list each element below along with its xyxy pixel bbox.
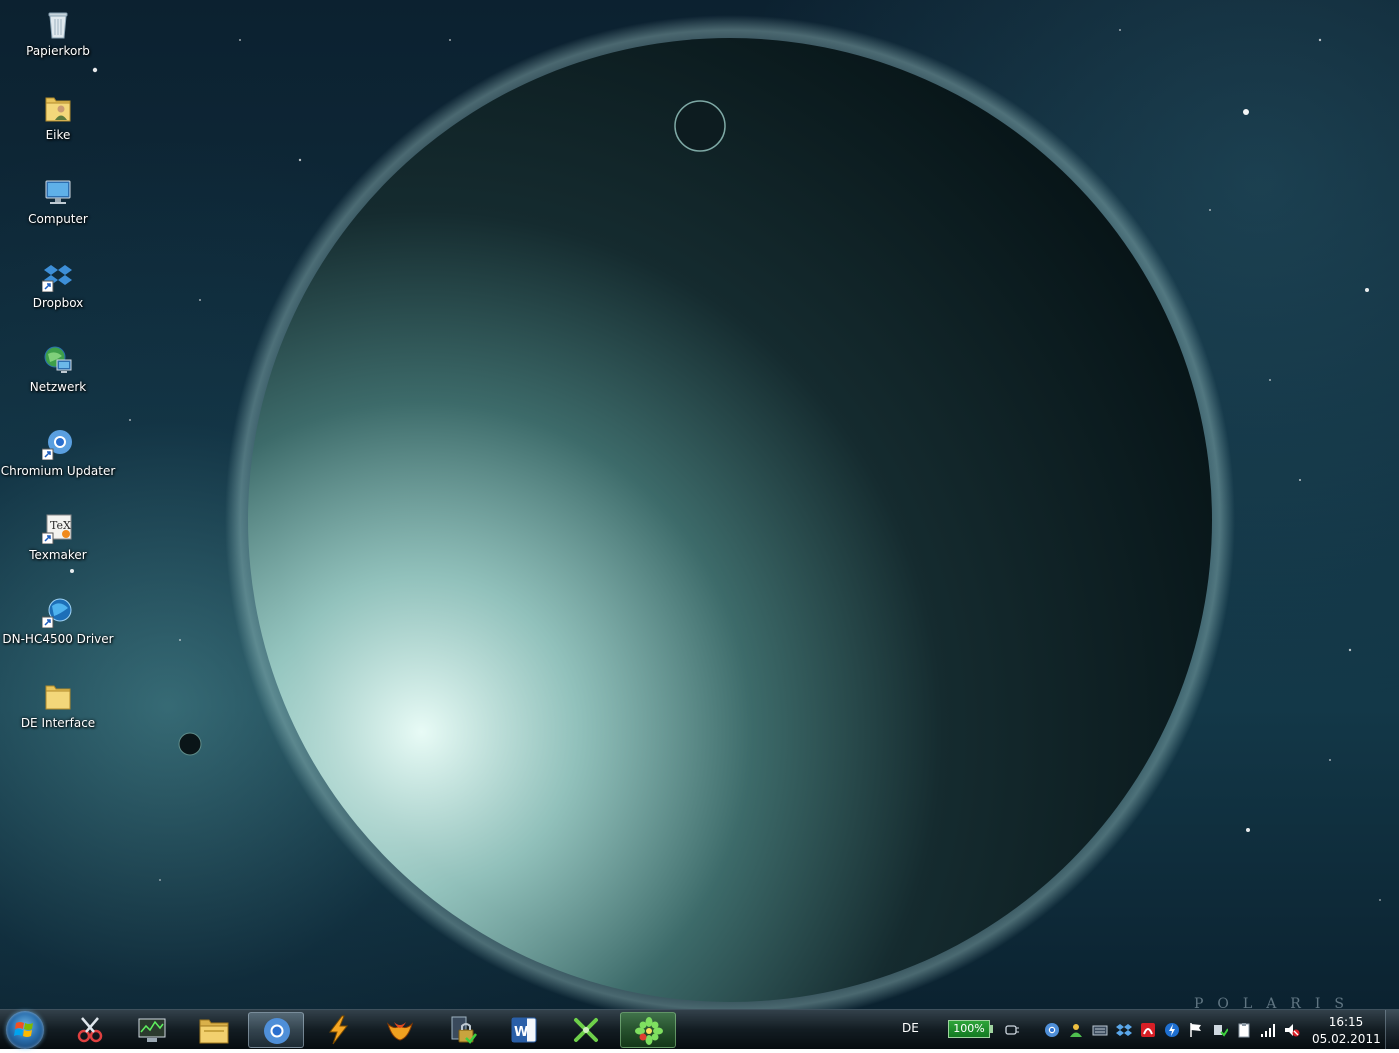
clock-date[interactable]: 05.02.2011	[1312, 1032, 1381, 1046]
flower-icon	[386, 1022, 414, 1041]
show-desktop-button[interactable]	[1385, 1010, 1399, 1049]
scissors-icon	[77, 1017, 103, 1043]
chromium-icon	[264, 1018, 290, 1044]
clipboard-tray-icon[interactable]	[1236, 1022, 1252, 1038]
folder-icon	[199, 1019, 229, 1044]
network-icon	[44, 346, 72, 373]
task-manager-icon	[138, 1018, 166, 1042]
desktop-icon-dn-hc4500-driver[interactable]: DN-HC4500 Driver	[0, 590, 116, 670]
chromium-tray-icon[interactable]	[1044, 1022, 1060, 1038]
desktop-icon-dropbox[interactable]: Dropbox	[0, 254, 116, 334]
taskbar: W DE 100% 16:15 05.02.2011	[0, 1009, 1399, 1049]
desktop-icon-label: DE Interface	[20, 716, 96, 730]
taskbar-app-winamp[interactable]	[310, 1012, 366, 1048]
desktop-icon-label: Dropbox	[32, 296, 84, 310]
user-folder-icon	[45, 97, 71, 122]
icq-icon	[635, 1017, 663, 1045]
signal-bars-icon[interactable]	[1260, 1022, 1276, 1038]
svg-text:W: W	[514, 1025, 528, 1040]
antivirus-tray-icon[interactable]	[1140, 1022, 1156, 1038]
desktop-icon-chromium-updater[interactable]: Chromium Updater	[0, 422, 116, 502]
update-tray-icon[interactable]	[1164, 1022, 1180, 1038]
lightning-icon	[329, 1015, 349, 1045]
windows-start-icon	[14, 1022, 33, 1037]
desktop-icon-label: Texmaker	[29, 548, 87, 562]
wallpaper-watermark: POLARIS	[1194, 996, 1358, 1009]
computer-icon	[45, 180, 71, 204]
taskbar-app-icq[interactable]	[620, 1012, 676, 1048]
dropbox-tray-icon[interactable]	[1116, 1022, 1132, 1038]
device-tray-icon[interactable]	[1212, 1022, 1228, 1038]
battery-percent: 100%	[953, 1022, 985, 1035]
desktop-icon-computer[interactable]: Computer	[0, 170, 116, 250]
battery-indicator[interactable]: 100%	[948, 1020, 990, 1038]
desktop[interactable]: POLARIS Papierkorb Eike Computer Dropbox…	[0, 0, 1399, 1009]
taskbar-app-windows-explorer[interactable]	[186, 1012, 242, 1048]
desktop-icon-label: Chromium Updater	[0, 464, 116, 478]
texmaker-icon: TeX	[42, 514, 72, 544]
user-tray-icon[interactable]	[1068, 1022, 1084, 1038]
taskbar-app-snipping-tool[interactable]	[62, 1012, 118, 1048]
volume-muted-icon[interactable]	[1284, 1022, 1300, 1038]
taskbar-app-chromium[interactable]	[248, 1012, 304, 1048]
desktop-icon-de-interface[interactable]: DE Interface	[0, 674, 116, 754]
desktop-icon-netzwerk[interactable]: Netzwerk	[0, 338, 116, 418]
taskbar-app-miranda[interactable]	[372, 1012, 428, 1048]
battery-nub	[990, 1025, 993, 1033]
x-tool-icon	[574, 1018, 598, 1042]
keyboard-tray-icon[interactable]	[1092, 1022, 1108, 1038]
driver-icon	[42, 598, 72, 628]
taskbar-app-microsoft-word[interactable]: W	[496, 1012, 552, 1048]
desktop-icon-label: Netzwerk	[29, 380, 87, 394]
desktop-icon-texmaker[interactable]: TeX Texmaker	[0, 506, 116, 586]
desktop-icon-label: Papierkorb	[26, 44, 90, 58]
action-center-flag-icon[interactable]	[1188, 1022, 1204, 1038]
svg-text:TeX: TeX	[50, 519, 71, 532]
lock-icon	[451, 1016, 477, 1044]
language-indicator[interactable]: DE	[902, 1021, 919, 1035]
clock-time[interactable]: 16:15	[1316, 1015, 1376, 1029]
power-plug-icon[interactable]	[1004, 1022, 1020, 1038]
chromium-updater-icon	[42, 430, 72, 460]
desktop-icon-label: DN-HC4500 Driver	[2, 632, 114, 646]
wallpaper-planet	[178, 15, 1235, 1009]
taskbar-app-xmind[interactable]	[558, 1012, 614, 1048]
desktop-icon-label: Eike	[45, 128, 71, 142]
desktop-icon-papierkorb[interactable]: Papierkorb	[0, 2, 116, 82]
dropbox-icon	[42, 265, 72, 292]
start-button[interactable]	[6, 1011, 44, 1049]
folder-icon	[45, 685, 71, 710]
desktop-icon-eike[interactable]: Eike	[0, 86, 116, 166]
taskbar-app-vpn-client[interactable]	[434, 1012, 490, 1048]
taskbar-app-task-manager[interactable]	[124, 1012, 180, 1048]
desktop-icon-label: Computer	[28, 212, 88, 226]
word-icon: W	[511, 1017, 537, 1043]
recycle-bin-icon	[48, 12, 68, 39]
